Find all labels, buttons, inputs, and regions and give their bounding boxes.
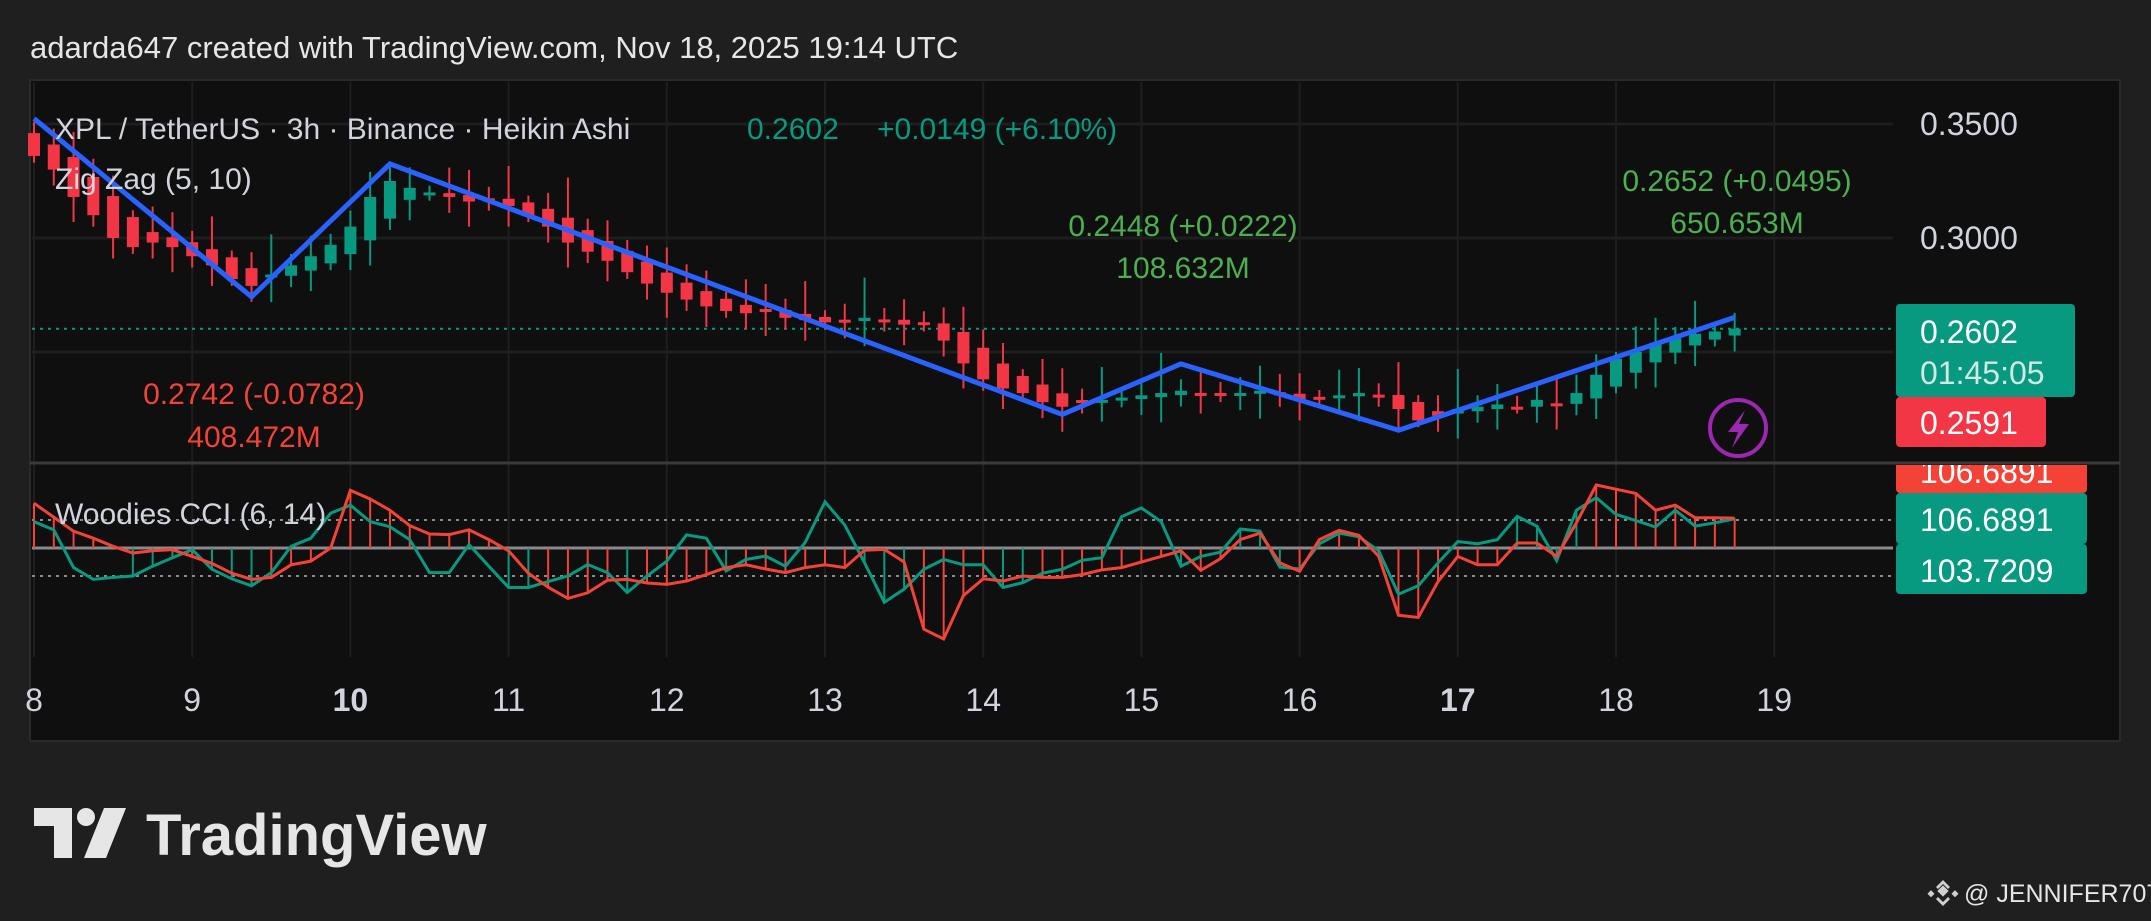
candle-body (1610, 358, 1622, 387)
candle-body (917, 322, 930, 326)
legend-zigzag[interactable]: Zig Zag (5, 10) (55, 163, 252, 196)
time-axis-label: 11 (492, 682, 525, 718)
zigzag-label-price-low1: 0.2742 (-0.0782) (143, 378, 365, 411)
turbo-value: 103.7209 (1920, 553, 2053, 589)
turbo-badge: 103.7209 (1896, 544, 2087, 594)
candle-body (1689, 333, 1702, 346)
candle-body (1313, 396, 1326, 400)
cci-teal-badge: 106.6891 (1896, 493, 2087, 544)
candle-body (1194, 392, 1207, 396)
candle-body (957, 332, 970, 364)
zigzag-label-volume-high2: 108.632M (1116, 252, 1249, 285)
candle-body (1372, 394, 1385, 398)
candle-body (1352, 393, 1365, 397)
candle-body (1491, 404, 1504, 409)
bar-countdown: 01:45:05 (1920, 355, 2045, 391)
legend-change: +0.0149 (+6.10%) (877, 113, 1117, 146)
time-axis-label: 16 (1282, 682, 1318, 718)
candle-body (324, 244, 337, 264)
zigzag-label-volume-high3: 650.653M (1670, 207, 1803, 240)
candle-body (344, 226, 357, 255)
zigzag-label-price-high3: 0.2652 (+0.0495) (1622, 165, 1851, 198)
candle-body (819, 316, 831, 323)
candle-body (28, 133, 40, 156)
time-axis-label: 18 (1598, 682, 1634, 718)
candle-body (1155, 393, 1168, 398)
candle-body (996, 363, 1009, 389)
candle-body (838, 319, 851, 323)
candle-body (720, 298, 733, 311)
candle-body (1056, 393, 1069, 407)
candle-body (126, 217, 139, 248)
candle-body (1234, 393, 1247, 397)
zigzag-label-price-high2: 0.2448 (+0.0222) (1068, 210, 1297, 243)
candle-body (1135, 395, 1148, 400)
candle-body (1708, 331, 1721, 340)
time-axis-label: 10 (333, 682, 369, 718)
time-axis-label: 13 (807, 682, 843, 718)
prev-price-value: 0.2591 (1920, 405, 2018, 441)
candle-body (443, 193, 456, 197)
candle-body (304, 256, 317, 271)
time-axis-label: 9 (183, 682, 201, 718)
candle-body (245, 268, 258, 286)
time-axis-label: 14 (965, 682, 1001, 718)
price-axis-label: 0.3500 (1920, 106, 2018, 142)
watermark-text: @ JENNIFER707 (1964, 880, 2151, 908)
zigzag-label-volume-low1: 408.472M (187, 421, 320, 454)
legend-symbol[interactable]: XPL / TetherUS · 3h · Binance · Heikin A… (55, 113, 630, 146)
header-caption: adarda647 created with TradingView.com, … (30, 30, 958, 65)
candle-body (937, 323, 950, 341)
candle-body (1629, 352, 1642, 373)
legend-last-price: 0.2602 (747, 113, 839, 146)
time-axis-label: 8 (25, 682, 43, 718)
candle-body (1530, 399, 1543, 407)
candle-body (898, 319, 911, 325)
candle-body (285, 265, 298, 276)
legend-woodies-cci[interactable]: Woodies CCI (6, 14) (55, 498, 326, 531)
logo-mark-dot (77, 808, 95, 826)
candle-body (660, 272, 673, 293)
candle-body (1728, 328, 1741, 336)
time-axis-label: 19 (1756, 682, 1792, 718)
candle-body (403, 187, 416, 200)
candle-body (700, 291, 713, 307)
candle-body (364, 196, 377, 241)
candle-body (1115, 397, 1128, 401)
candle-body (739, 304, 752, 314)
candle-body (1016, 376, 1029, 394)
candle-body (107, 196, 120, 238)
candle-body (1036, 384, 1049, 403)
prev-price-badge: 0.2591 (1896, 397, 2046, 447)
last-price-value: 0.2602 (1920, 314, 2018, 350)
candle-body (759, 309, 772, 313)
candle-body (1333, 395, 1346, 399)
candle-body (1412, 401, 1425, 421)
candle-body (146, 232, 159, 243)
candle-body (166, 237, 179, 248)
logo-text: TradingView (146, 803, 487, 868)
time-axis-label: 15 (1124, 682, 1160, 718)
candle-body (878, 319, 891, 323)
candle-body (1214, 392, 1227, 396)
last-price-badge: 0.2602 01:45:05 (1896, 304, 2075, 397)
chart-canvas[interactable]: adarda647 created with TradingView.com, … (0, 0, 2151, 921)
price-axis-label: 0.3000 (1920, 220, 2018, 256)
candle-body (1550, 403, 1563, 407)
candle-body (858, 317, 871, 322)
candle-body (977, 347, 990, 380)
cci-teal-value: 106.6891 (1920, 502, 2053, 538)
time-axis-label: 17 (1440, 682, 1476, 718)
candle-body (423, 192, 436, 196)
time-axis-label: 12 (649, 682, 685, 718)
candle-body (1392, 394, 1405, 409)
candle-body (641, 261, 654, 284)
candle-body (1590, 374, 1603, 399)
candle-body (1174, 390, 1187, 396)
candle-body (1570, 393, 1583, 404)
candle-body (383, 181, 396, 219)
candle-body (1511, 406, 1524, 410)
candle-body (680, 282, 693, 300)
